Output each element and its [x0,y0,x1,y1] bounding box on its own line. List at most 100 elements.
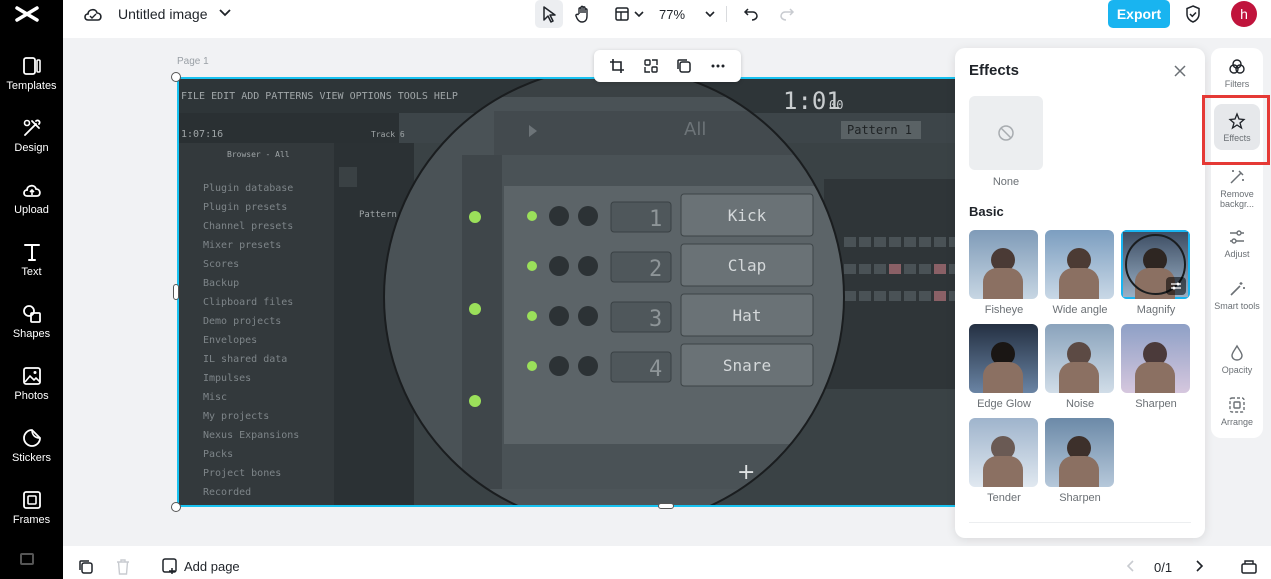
templates-icon [22,57,41,75]
canvas-image[interactable]: FILE EDIT ADD PATTERNS VIEW OPTIONS TOOL… [177,77,1017,507]
resize-handle-left[interactable] [173,284,179,300]
zoom-dropdown[interactable]: 77% [657,0,717,28]
sidebar-item-label: Stickers [11,452,52,464]
photos-icon [22,367,41,385]
pointer-icon [543,6,556,23]
tool-arrange[interactable]: Arrange [1211,396,1263,427]
add-page-button[interactable]: Add page [162,558,240,574]
resize-handle-tl[interactable] [171,72,181,82]
browser-item: Project bones [203,468,281,479]
sidebar-item-stickers[interactable]: Stickers [0,427,63,481]
filters-icon [1229,59,1245,74]
tool-label: Adjust [1224,249,1250,259]
tool-adjust[interactable]: Adjust [1211,228,1263,259]
select-tool-button[interactable] [535,0,563,28]
undo-icon [743,8,758,21]
effects-panel: Effects None Basic Fisheye Wide angle Magn… [955,48,1205,538]
trash-icon[interactable] [116,559,130,575]
sidebar-item-label: Upload [14,204,49,216]
channel-name: Snare [723,356,771,375]
browser-item: Plugin database [203,183,293,194]
add-page-icon [162,558,177,574]
cloud-save-icon[interactable] [83,6,103,22]
sidebar-item-frames[interactable]: Frames [0,489,63,543]
channel-number: 3 [649,307,662,332]
frames-icon [22,491,41,509]
browser-item: Demo projects [203,316,281,327]
effect-tile[interactable] [1045,230,1114,299]
sidebar-item-design[interactable]: Design [0,117,63,171]
effect-label: Wide angle [1052,304,1108,316]
sidebar-item-shapes[interactable]: Shapes [0,303,63,357]
arrange-icon [1229,397,1245,413]
effect-tile[interactable] [1045,324,1114,393]
capcut-logo[interactable] [14,3,40,25]
close-icon[interactable] [1174,65,1186,77]
effect-tile[interactable] [1045,418,1114,487]
sidebar-item-photos[interactable]: Photos [0,365,63,419]
tool-remove-background[interactable]: Remove backgr... [1211,168,1263,209]
effect-tile[interactable] [969,324,1038,393]
browser-item: Mixer presets [203,240,281,251]
hand-tool-button[interactable] [569,0,597,28]
tool-label: Remove backgr... [1219,189,1255,209]
channel-name: Kick [728,206,767,225]
undo-button[interactable] [739,0,763,28]
effect-label: Edge Glow [977,398,1031,410]
sliders-icon [1171,282,1181,290]
pages-panel-icon[interactable] [1241,558,1257,574]
smart-select-icon[interactable] [643,58,659,74]
crop-icon[interactable] [609,58,625,74]
resize-handle-bl[interactable] [171,502,181,512]
duplicate-page-icon[interactable] [78,559,94,575]
document-title[interactable]: Untitled image [118,6,208,22]
highlight-box [1202,95,1270,165]
chevron-down-icon[interactable] [219,9,231,17]
browser-item: Envelopes [203,335,257,346]
effect-label: Tender [987,492,1021,504]
effect-tile[interactable] [969,230,1038,299]
sidebar-item-upload[interactable]: Upload [0,179,63,233]
browser-item: Channel presets [203,221,293,232]
layout-dropdown[interactable] [609,0,649,28]
sidebar-item-templates[interactable]: Templates [0,55,63,109]
next-page-icon[interactable] [1196,560,1204,572]
prev-page-icon[interactable] [1126,560,1134,572]
tool-opacity[interactable]: Opacity [1211,344,1263,375]
thumbnail-figure-body [983,268,1023,299]
more-options-icon[interactable] [710,58,726,74]
browser-item: My projects [203,411,269,422]
effect-tile[interactable] [1121,230,1190,299]
channel-number: 2 [649,257,662,282]
browser-item: Recorded [203,487,251,498]
none-icon [998,125,1014,141]
sidebar-item-label: Shapes [12,328,51,340]
thumbnail-figure-body [1059,268,1099,299]
top-bar: Untitled image 77% Export h [63,0,1271,38]
effect-label: Magnify [1136,304,1176,316]
svg-text:Pattern 1: Pattern 1 [847,123,912,137]
redo-button[interactable] [775,0,799,28]
left-sidebar: Templates Design Upload Text Shapes Phot… [0,0,63,579]
hand-icon [575,5,588,23]
duplicate-icon[interactable] [676,58,692,74]
browser-item: Packs [203,449,233,460]
sidebar-item-text[interactable]: Text [0,241,63,295]
effect-tile[interactable] [1121,324,1190,393]
resize-handle-bottom[interactable] [658,503,674,509]
tool-filters[interactable]: Filters [1211,58,1263,89]
shield-check-icon[interactable] [1185,5,1201,23]
adjust-effect-button[interactable] [1166,277,1186,295]
tool-smart-tools[interactable]: Smart tools [1211,280,1263,311]
avatar[interactable]: h [1231,1,1257,27]
chevron-down-icon [634,11,644,17]
effect-none-tile[interactable] [969,96,1043,170]
svg-text:Browser - All: Browser - All [227,150,290,159]
browser-item: Scores [203,259,239,270]
browser-item: Clipboard files [203,297,293,308]
effect-tile[interactable] [969,418,1038,487]
layout-icon [615,7,629,21]
more-icon[interactable] [20,553,34,565]
export-button[interactable]: Export [1108,0,1170,28]
zoom-level: 77% [658,6,686,22]
